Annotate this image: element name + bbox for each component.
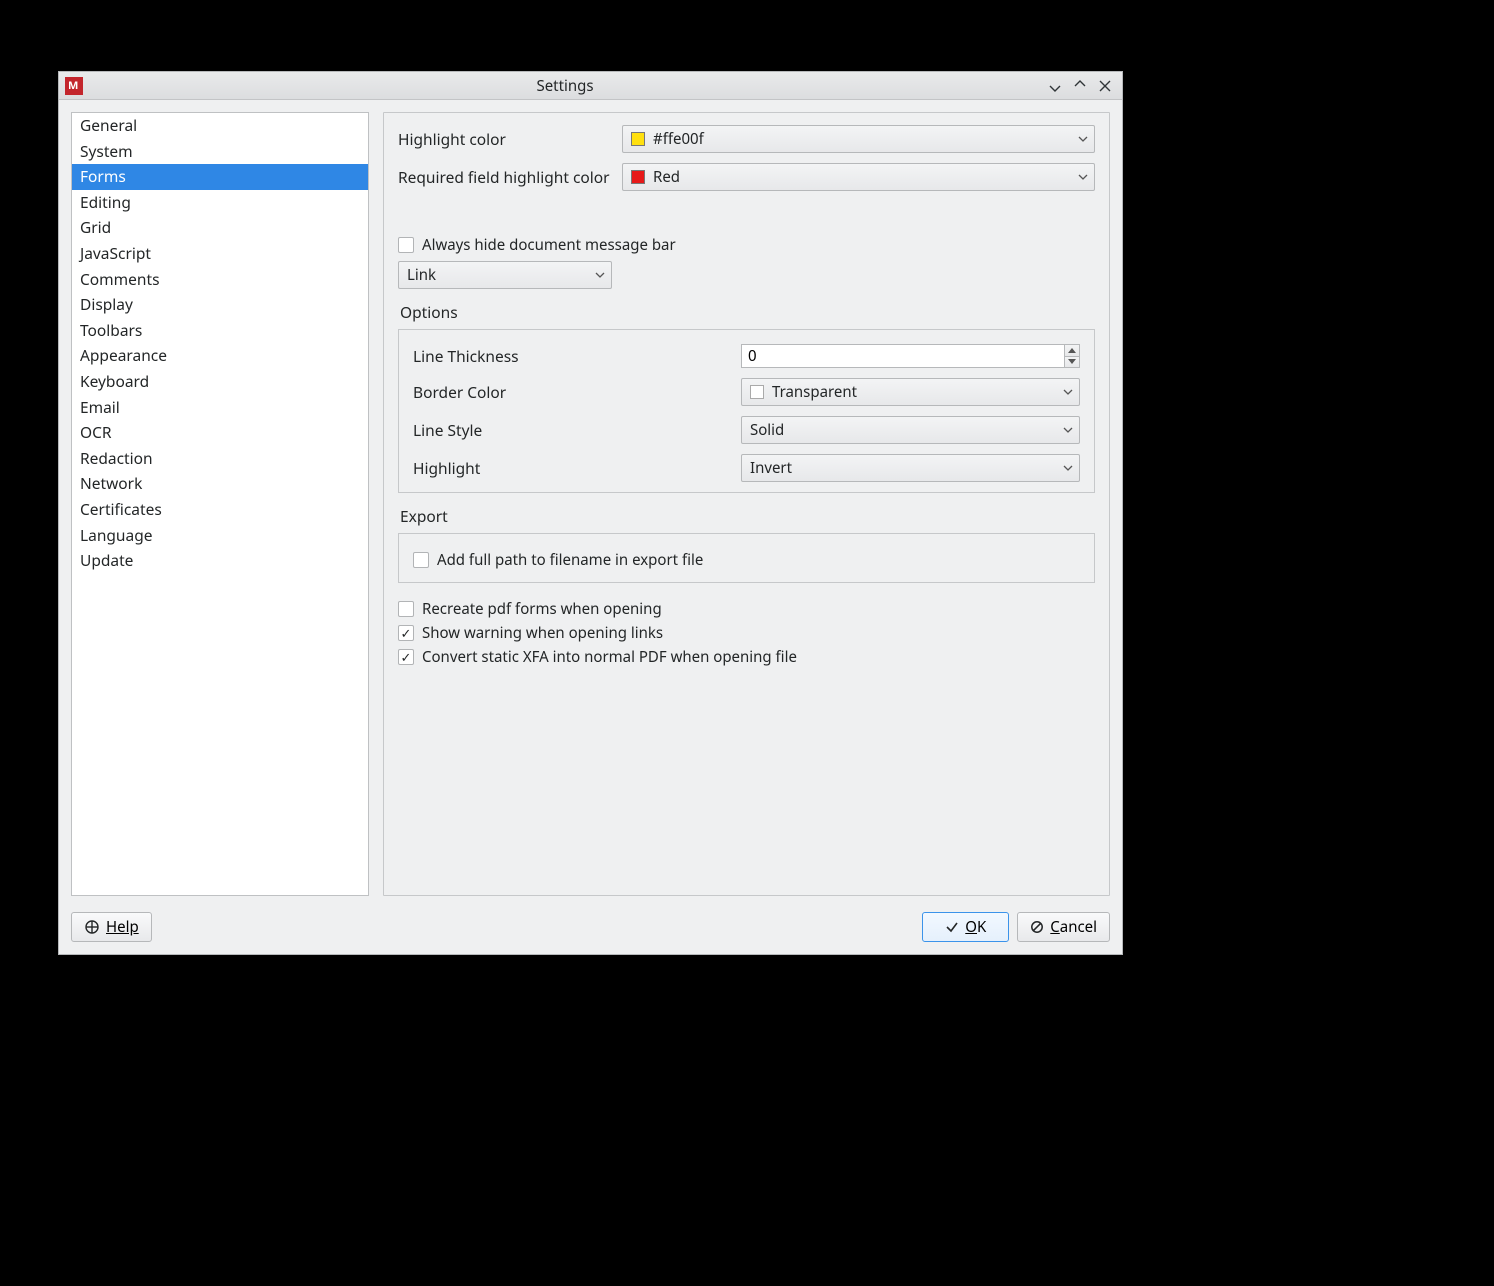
convert-xfa-checkbox[interactable]	[398, 649, 414, 665]
sidebar-item-grid[interactable]: Grid	[72, 215, 368, 241]
border-color-label: Border Color	[413, 381, 741, 403]
recreate-forms-label: Recreate pdf forms when opening	[422, 599, 662, 619]
options-group: Line Thickness Border	[398, 329, 1095, 493]
highlight-color-label: Highlight color	[398, 128, 622, 150]
chevron-down-icon	[1078, 129, 1088, 149]
chevron-down-icon	[595, 265, 605, 285]
sidebar-item-update[interactable]: Update	[72, 548, 368, 574]
sidebar-item-system[interactable]: System	[72, 139, 368, 165]
chevron-down-icon	[1063, 420, 1073, 440]
ok-button-label: O	[965, 917, 977, 937]
sidebar-item-comments[interactable]: Comments	[72, 267, 368, 293]
color-swatch-icon	[631, 170, 645, 184]
link-dropdown-value: Link	[407, 265, 436, 285]
export-group: Add full path to filename in export file	[398, 533, 1095, 583]
chevron-down-icon	[1063, 382, 1073, 402]
border-color-dropdown[interactable]: Transparent	[741, 378, 1080, 406]
close-button[interactable]	[1094, 75, 1116, 97]
options-group-title: Options	[400, 301, 1095, 323]
border-color-value: Transparent	[772, 382, 857, 402]
app-icon	[65, 77, 83, 95]
sidebar-item-redaction[interactable]: Redaction	[72, 446, 368, 472]
sidebar-item-general[interactable]: General	[72, 113, 368, 139]
line-style-label: Line Style	[413, 419, 741, 441]
convert-xfa-label: Convert static XFA into normal PDF when …	[422, 647, 797, 667]
sidebar-item-ocr[interactable]: OCR	[72, 420, 368, 446]
minimize-button[interactable]	[1044, 75, 1066, 97]
show-warning-checkbox[interactable]	[398, 625, 414, 641]
export-fullpath-checkbox[interactable]	[413, 552, 429, 568]
required-color-label: Required field highlight color	[398, 166, 622, 188]
cancel-icon	[1030, 920, 1044, 934]
sidebar-item-toolbars[interactable]: Toolbars	[72, 318, 368, 344]
sidebar-item-language[interactable]: Language	[72, 523, 368, 549]
cancel-button[interactable]: Cancel	[1017, 912, 1110, 942]
line-thickness-spinbox[interactable]	[741, 344, 1080, 368]
window-title: Settings	[89, 76, 1041, 96]
highlight-color-dropdown[interactable]: #ffe00f	[622, 125, 1095, 153]
highlight-mode-dropdown[interactable]: Invert	[741, 454, 1080, 482]
help-button[interactable]: Help	[71, 912, 152, 942]
link-dropdown[interactable]: Link	[398, 261, 612, 289]
sidebar-item-certificates[interactable]: Certificates	[72, 497, 368, 523]
check-icon	[945, 920, 959, 934]
line-style-value: Solid	[750, 420, 784, 440]
maximize-button[interactable]	[1069, 75, 1091, 97]
color-swatch-icon	[631, 132, 645, 146]
recreate-forms-checkbox[interactable]	[398, 601, 414, 617]
color-swatch-icon	[750, 385, 764, 399]
settings-panel-forms: Highlight color #ffe00f Required field h…	[383, 112, 1110, 896]
export-fullpath-label: Add full path to filename in export file	[437, 550, 703, 570]
cancel-button-label: C	[1050, 917, 1059, 937]
sidebar-item-network[interactable]: Network	[72, 471, 368, 497]
ok-button[interactable]: OK	[922, 912, 1009, 942]
titlebar: Settings	[59, 72, 1122, 100]
highlight-mode-label: Highlight	[413, 457, 741, 479]
highlight-color-value: #ffe00f	[653, 129, 704, 149]
line-style-dropdown[interactable]: Solid	[741, 416, 1080, 444]
line-thickness-label: Line Thickness	[413, 345, 741, 367]
spin-up-button[interactable]	[1065, 345, 1079, 357]
always-hide-label: Always hide document message bar	[422, 235, 676, 255]
settings-sidebar: GeneralSystemFormsEditingGridJavaScriptC…	[71, 112, 369, 896]
line-thickness-input[interactable]	[741, 344, 1064, 368]
sidebar-item-email[interactable]: Email	[72, 395, 368, 421]
settings-dialog: Settings GeneralSystemFormsEditingGridJa…	[58, 71, 1123, 955]
help-button-label: Help	[106, 917, 139, 937]
help-icon	[84, 919, 100, 935]
sidebar-item-appearance[interactable]: Appearance	[72, 343, 368, 369]
sidebar-item-display[interactable]: Display	[72, 292, 368, 318]
cancel-button-label-rest: ancel	[1060, 917, 1097, 937]
required-color-value: Red	[653, 167, 680, 187]
sidebar-item-forms[interactable]: Forms	[72, 164, 368, 190]
highlight-mode-value: Invert	[750, 458, 792, 478]
ok-button-label-rest: K	[977, 917, 986, 937]
sidebar-item-keyboard[interactable]: Keyboard	[72, 369, 368, 395]
sidebar-item-javascript[interactable]: JavaScript	[72, 241, 368, 267]
export-group-title: Export	[400, 505, 1095, 527]
spin-down-button[interactable]	[1065, 357, 1079, 368]
sidebar-item-editing[interactable]: Editing	[72, 190, 368, 216]
always-hide-checkbox[interactable]	[398, 237, 414, 253]
dialog-footer: Help OK Cancel	[59, 908, 1122, 954]
chevron-down-icon	[1078, 167, 1088, 187]
required-color-dropdown[interactable]: Red	[622, 163, 1095, 191]
chevron-down-icon	[1063, 458, 1073, 478]
show-warning-label: Show warning when opening links	[422, 623, 663, 643]
